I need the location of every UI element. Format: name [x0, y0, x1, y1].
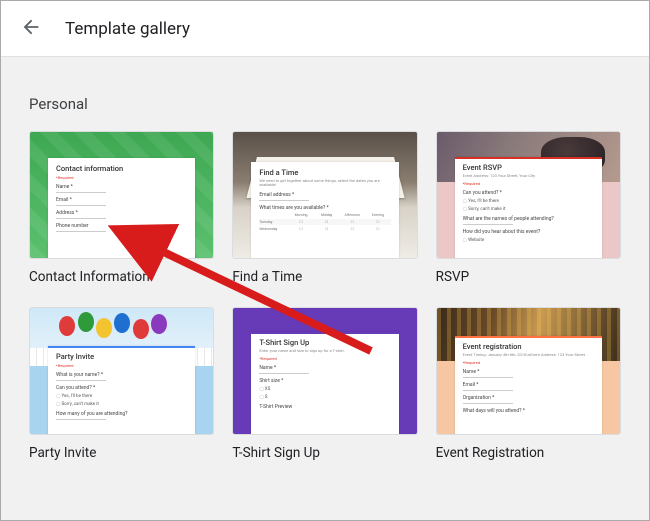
form-title: T-Shirt Sign Up: [259, 338, 390, 347]
template-thumbnail: Contact information *Required Name * Ema…: [29, 131, 214, 259]
template-card-event-registration[interactable]: Event registration Event Timing: January…: [436, 307, 621, 461]
template-caption: Find a Time: [232, 269, 417, 285]
section-label: Personal: [29, 95, 621, 113]
template-card-tshirt-sign-up[interactable]: T-Shirt Sign Up Enter your name and size…: [232, 307, 417, 461]
form-title: Event registration: [463, 342, 594, 351]
arrow-left-icon: [20, 16, 42, 42]
template-thumbnail: T-Shirt Sign Up Enter your name and size…: [232, 307, 417, 435]
template-thumbnail: Party Invite *Required What is your name…: [29, 307, 214, 435]
template-caption: T-Shirt Sign Up: [232, 445, 417, 461]
page-title: Template gallery: [65, 19, 190, 39]
template-thumbnail: Find a Time We need to get together abou…: [232, 131, 417, 259]
form-title: Find a Time: [259, 168, 390, 177]
template-card-rsvp[interactable]: Event RSVP Event Address: 123 Your Stree…: [436, 131, 621, 285]
template-thumbnail: Event registration Event Timing: January…: [436, 307, 621, 435]
content-area: Personal Contact information *Required N…: [1, 57, 649, 520]
template-card-party-invite[interactable]: Party Invite *Required What is your name…: [29, 307, 214, 461]
template-card-contact-information[interactable]: Contact information *Required Name * Ema…: [29, 131, 214, 285]
back-button[interactable]: [11, 9, 51, 49]
form-title: Party Invite: [56, 352, 187, 361]
template-caption: Party Invite: [29, 445, 214, 461]
template-caption: Event Registration: [436, 445, 621, 461]
template-grid: Contact information *Required Name * Ema…: [29, 131, 621, 461]
template-caption: RSVP: [436, 269, 621, 285]
header: Template gallery: [1, 1, 649, 57]
form-title: Contact information: [56, 164, 187, 173]
form-title: Event RSVP: [463, 163, 594, 172]
template-caption: Contact Information: [29, 269, 214, 285]
template-thumbnail: Event RSVP Event Address: 123 Your Stree…: [436, 131, 621, 259]
template-card-find-a-time[interactable]: Find a Time We need to get together abou…: [232, 131, 417, 285]
